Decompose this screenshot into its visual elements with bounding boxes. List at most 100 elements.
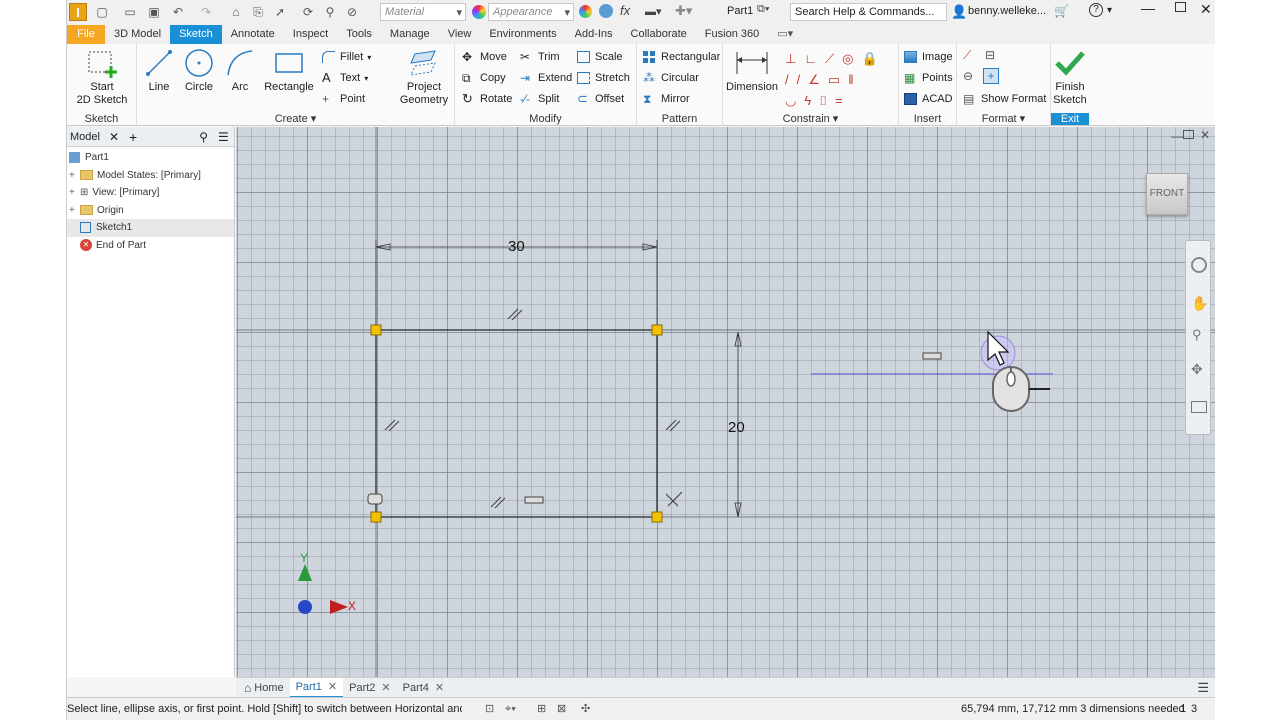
zoom-icon[interactable]: ⚲ [1192,327,1202,343]
parallel-constraint-icon[interactable]: // [785,72,808,87]
expand-icon[interactable]: + [69,205,80,216]
infer-icon[interactable]: ✣ [581,698,590,720]
pan-icon[interactable]: ✋ [1191,295,1208,312]
maximize-icon[interactable] [1175,2,1186,12]
tab-tools[interactable]: Tools [337,25,381,44]
offset-button[interactable]: ⊂ Offset [577,91,624,107]
image-button[interactable]: Image [904,49,953,65]
tab-model[interactable]: Model [70,131,100,143]
viewcube[interactable]: FRONT [1146,173,1188,215]
symmetric-icon[interactable]: ⌷ [819,93,835,108]
point-bottom-left[interactable] [370,511,382,523]
dimension-value-width[interactable]: 30 [508,238,525,255]
doc-tab-part1[interactable]: Part1 ✕ [289,677,344,698]
tab-file[interactable]: File [67,25,105,44]
search-icon[interactable]: ⚲ [199,130,208,144]
doc-tab-part4[interactable]: Part4 ✕ [397,678,451,698]
trim-button[interactable]: ✂ Trim [520,49,560,65]
close-icon[interactable]: ✕ [1200,1,1212,18]
perpendicular-icon[interactable]: ∠ [808,72,828,87]
graphics-canvas[interactable]: 30 20 Y X FRONT — ✕ ✋ ⚲ ✥ [236,127,1215,677]
tab-3d-model[interactable]: 3D Model [105,25,170,44]
center-point-icon[interactable]: ⊖ [963,69,973,83]
arc-button[interactable]: Arc [225,81,255,94]
rectangular-pattern-button[interactable]: Rectangular [643,49,720,65]
tangent-icon[interactable]: ◡ [785,93,804,108]
move-button[interactable]: ✥ Move [462,49,507,65]
appearance-select[interactable]: Appearance ▾ [488,3,574,21]
scale-button[interactable]: Scale [577,49,623,65]
copy-button[interactable]: ⧉ Copy [462,70,506,86]
tree-item-sketch1[interactable]: Sketch1 [67,219,234,237]
tree-item-origin[interactable]: + Origin [67,202,234,220]
tab-view[interactable]: View [439,25,481,44]
update-icon[interactable]: ⟳ [301,6,315,18]
tree-item-end-of-part[interactable]: ✕ End of Part [67,237,234,255]
format-group-label[interactable]: Format ▾ [957,112,1050,125]
share-icon[interactable]: ⧉▾ [757,3,769,16]
point-button[interactable]: + Point [322,91,365,107]
tree-item-model-states[interactable]: + Model States: [Primary] [67,167,234,185]
select-icon[interactable]: ➚ [273,6,287,18]
line-button[interactable]: Line [143,81,175,94]
user-name[interactable]: benny.welleke... [968,5,1046,17]
ribbon-options-icon[interactable]: ▭▾ [768,25,802,44]
canvas-restore-icon[interactable] [1183,130,1194,139]
tab-sketch[interactable]: Sketch [170,25,222,44]
look-at-icon[interactable] [1191,401,1207,413]
ipart-icon[interactable]: ▬▾ [645,5,662,18]
coincident-icon[interactable]: ⊥ [785,51,804,66]
inventor-logo-icon[interactable]: I [69,3,87,21]
vertical-icon[interactable]: ‖ [848,72,861,87]
tab-collaborate[interactable]: Collaborate [622,25,696,44]
driven-dimension-icon[interactable]: + [983,68,999,84]
close-tab-icon[interactable]: ✕ [328,677,337,697]
fx-icon[interactable]: fx [620,3,630,18]
snap-icon[interactable]: ⊡ [485,698,494,720]
construction-icon[interactable]: ⟋ [963,48,971,63]
help-dropdown-icon[interactable]: ▾ [1107,5,1112,16]
point-bottom-right[interactable] [651,511,663,523]
constraint-inference-icon[interactable]: ⊠ [557,698,566,720]
tab-fusion-360[interactable]: Fusion 360 [696,25,768,44]
dimension-button[interactable]: Dimension [723,81,781,94]
minimize-icon[interactable]: — [1141,0,1155,16]
undo-icon[interactable]: ↶ [171,6,185,18]
home-icon[interactable]: ⌂ [229,6,243,18]
open-icon[interactable]: ▭ [123,6,137,18]
cart-icon[interactable]: 🛒 [1054,4,1069,18]
circular-pattern-button[interactable]: ⁂ Circular [643,70,699,86]
centerline-icon[interactable]: ⊟ [985,48,995,62]
save-icon[interactable]: ▣ [147,6,161,18]
concentric-icon[interactable]: ◎ [842,51,861,66]
add-browser-icon[interactable]: + [129,129,137,145]
sketch-rectangle[interactable] [375,329,658,518]
equal-icon[interactable]: = [835,93,851,108]
new-icon[interactable]: ▢ [95,6,109,18]
stretch-button[interactable]: Stretch [577,70,630,86]
project-geometry-button[interactable]: Project Geometry [395,81,453,107]
orbit-icon[interactable]: ✥ [1191,361,1203,378]
search-help-input[interactable]: Search Help & Commands... [790,3,947,21]
points-button[interactable]: ▦ Points [904,70,953,86]
text-button[interactable]: A Text ▾ [322,70,368,86]
return-icon[interactable]: ⎘ [251,6,265,18]
tab-inspect[interactable]: Inspect [284,25,337,44]
relax-mode-icon[interactable]: ⊞ [537,698,546,720]
tab-annotate[interactable]: Annotate [222,25,284,44]
close-tab-icon[interactable]: ✕ [435,678,444,698]
fillet-button[interactable]: Fillet ▾ [322,49,371,65]
acad-button[interactable]: ACAD [904,91,953,107]
rectangle-button[interactable]: Rectangle [260,81,318,94]
tab-manage[interactable]: Manage [381,25,439,44]
show-format-button[interactable]: ▤ Show Format [963,91,1046,107]
horizontal-icon[interactable]: ▭ [828,72,848,87]
start-2d-sketch-button[interactable]: Start 2D Sketch [75,81,129,107]
expand-icon[interactable]: + [69,187,80,198]
extend-button[interactable]: ⇥ Extend [520,70,572,86]
parallel-icon[interactable]: ⟋ [825,51,842,66]
expand-icon[interactable]: + [69,170,80,181]
mirror-button[interactable]: ⧗ Mirror [643,91,690,107]
point-top-left[interactable] [370,324,382,336]
add-icon[interactable]: ✚▾ [675,3,692,19]
